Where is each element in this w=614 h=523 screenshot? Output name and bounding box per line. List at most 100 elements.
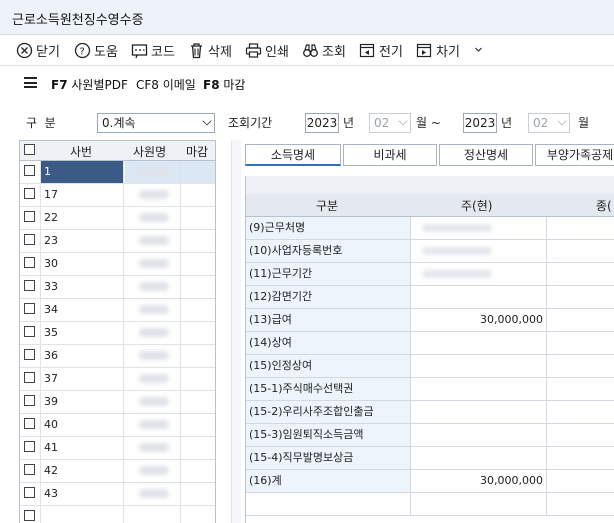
f7-label: 사원별PDF bbox=[71, 78, 128, 92]
income-row: (9)근무처명 bbox=[246, 217, 614, 240]
row-checkbox[interactable] bbox=[24, 165, 35, 176]
income-row-sub-value[interactable] bbox=[548, 447, 614, 469]
row-checkbox[interactable] bbox=[24, 303, 35, 314]
tab-dependents[interactable]: 부양가족공제 bbox=[535, 144, 614, 166]
row-checkbox[interactable] bbox=[24, 372, 35, 383]
income-row-sub-value[interactable] bbox=[548, 378, 614, 400]
income-row-value[interactable] bbox=[412, 263, 547, 285]
code-button[interactable]: 코드 bbox=[131, 41, 175, 60]
income-row-sub-value[interactable] bbox=[548, 470, 614, 492]
to-month-value: 02 bbox=[533, 116, 549, 130]
row-checkbox[interactable] bbox=[24, 464, 35, 475]
income-row-value[interactable] bbox=[412, 240, 547, 262]
income-row-sub-value[interactable] bbox=[548, 332, 614, 354]
row-checkbox[interactable] bbox=[24, 188, 35, 199]
row-checkbox[interactable] bbox=[24, 441, 35, 452]
income-row-value[interactable] bbox=[412, 447, 547, 469]
header-name: 사원명 bbox=[133, 145, 167, 159]
income-row-value[interactable] bbox=[412, 378, 547, 400]
income-row-value[interactable] bbox=[412, 286, 547, 308]
print-button[interactable]: 인쇄 bbox=[245, 41, 289, 60]
row-checkbox[interactable] bbox=[24, 257, 35, 268]
row-checkbox[interactable] bbox=[24, 418, 35, 429]
from-year-input[interactable]: 2023 bbox=[305, 113, 339, 133]
to-year-input[interactable]: 2023 bbox=[463, 113, 497, 133]
income-row-value[interactable]: 30,000,000 bbox=[412, 309, 547, 331]
income-row-value[interactable] bbox=[412, 332, 547, 354]
row-checkbox[interactable] bbox=[24, 510, 35, 521]
income-row-value[interactable] bbox=[412, 424, 547, 446]
row-checkbox[interactable] bbox=[24, 280, 35, 291]
employee-row[interactable]: 30 bbox=[20, 253, 215, 276]
prev-button[interactable]: 전기 bbox=[359, 41, 403, 60]
employee-row[interactable]: 17 bbox=[20, 184, 215, 207]
income-row-value[interactable]: 30,000,000 bbox=[412, 470, 547, 492]
employee-row[interactable]: 37 bbox=[20, 368, 215, 391]
income-row-sub-value[interactable] bbox=[548, 240, 614, 262]
row-checkbox[interactable] bbox=[24, 326, 35, 337]
income-row-sub-value[interactable] bbox=[548, 309, 614, 331]
close-status-cell bbox=[181, 322, 215, 344]
from-month-select[interactable]: 02 bbox=[369, 113, 411, 133]
employee-row[interactable]: 43 bbox=[20, 483, 215, 506]
redacted-name bbox=[139, 213, 169, 222]
select-all-checkbox[interactable] bbox=[24, 144, 35, 155]
row-checkbox[interactable] bbox=[24, 234, 35, 245]
income-row-sub-value[interactable] bbox=[548, 217, 614, 239]
tab-income-detail[interactable]: 소득명세 bbox=[245, 144, 341, 166]
chevron-down-icon bbox=[202, 116, 212, 126]
income-row-value[interactable] bbox=[412, 355, 547, 377]
row-checkbox[interactable] bbox=[24, 211, 35, 222]
income-row-sub-value[interactable] bbox=[548, 401, 614, 423]
employee-row[interactable]: 36 bbox=[20, 345, 215, 368]
f8-key: F8 bbox=[203, 78, 220, 92]
income-row-sub-value[interactable] bbox=[548, 424, 614, 446]
to-month-select[interactable]: 02 bbox=[528, 113, 570, 133]
employee-row[interactable]: 23 bbox=[20, 230, 215, 253]
employee-row[interactable]: 35 bbox=[20, 322, 215, 345]
employee-row[interactable]: 33 bbox=[20, 276, 215, 299]
f7-pdf-button[interactable]: F7 사원별PDF bbox=[51, 76, 128, 93]
f8-close-button[interactable]: F8 마감 bbox=[203, 76, 245, 93]
menu-icon[interactable] bbox=[24, 77, 37, 88]
employee-row-empty[interactable] bbox=[20, 506, 215, 523]
grid-splitter[interactable] bbox=[231, 140, 241, 523]
header-main: 주(현) bbox=[461, 199, 493, 213]
row-checkbox[interactable] bbox=[24, 487, 35, 498]
tab-settlement[interactable]: 정산명세 bbox=[439, 144, 533, 166]
next-icon bbox=[416, 42, 433, 59]
tab-nontaxable[interactable]: 비과세 bbox=[343, 144, 437, 166]
employee-row[interactable]: 42 bbox=[20, 460, 215, 483]
row-checkbox[interactable] bbox=[24, 395, 35, 406]
redacted-name bbox=[139, 190, 169, 199]
income-row-value[interactable] bbox=[412, 217, 547, 239]
employee-row[interactable]: 41 bbox=[20, 437, 215, 460]
delete-button[interactable]: 삭제 bbox=[188, 41, 232, 60]
employee-sabun: 40 bbox=[41, 414, 124, 436]
employee-row[interactable]: 39 bbox=[20, 391, 215, 414]
income-row-sub-value[interactable] bbox=[548, 263, 614, 285]
cf8-email-button[interactable]: CF8 이메일 bbox=[136, 76, 196, 93]
employee-row[interactable]: 1 bbox=[20, 161, 215, 184]
employee-row[interactable]: 40 bbox=[20, 414, 215, 437]
income-row-sub-value[interactable] bbox=[548, 286, 614, 308]
close-button[interactable]: 닫기 bbox=[16, 41, 60, 60]
print-label: 인쇄 bbox=[265, 44, 289, 60]
from-month-unit: 월 ~ bbox=[416, 116, 441, 130]
income-row-sub-value[interactable] bbox=[548, 355, 614, 377]
next-button[interactable]: 차기 bbox=[416, 41, 460, 60]
close-status-cell bbox=[181, 276, 215, 298]
toolbar-more-button[interactable] bbox=[474, 41, 483, 59]
employee-row[interactable]: 34 bbox=[20, 299, 215, 322]
income-row-label: (12)감면기간 bbox=[246, 286, 411, 308]
income-row: (14)상여 bbox=[246, 332, 614, 355]
help-button[interactable]: ? 도움 bbox=[74, 41, 118, 60]
employee-row[interactable]: 22 bbox=[20, 207, 215, 230]
search-button[interactable]: 조회 bbox=[302, 41, 346, 60]
income-row-value[interactable] bbox=[412, 401, 547, 423]
row-checkbox[interactable] bbox=[24, 349, 35, 360]
f8-label: 마감 bbox=[223, 78, 246, 92]
gubun-select[interactable]: 0.계속 bbox=[97, 113, 215, 133]
income-row-label: (11)근무기간 bbox=[246, 263, 411, 285]
to-month-unit: 월 bbox=[578, 116, 590, 130]
